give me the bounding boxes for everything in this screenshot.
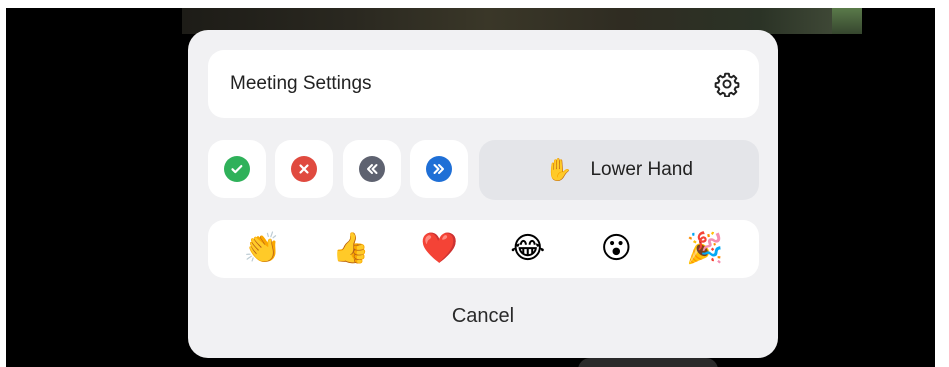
close-icon	[291, 156, 317, 182]
cancel-button[interactable]: Cancel	[188, 305, 778, 328]
reactions-bar: 👏 👍 ❤️ 😂 😮 🎉	[208, 220, 759, 278]
tada-reaction[interactable]: 🎉	[680, 234, 730, 264]
meeting-reactions-sheet: Meeting Settings ✋ Lower Hand 👏 👍 ❤️ 😂 😮…	[188, 30, 778, 358]
meeting-settings-title: Meeting Settings	[230, 73, 372, 94]
gear-icon[interactable]	[709, 66, 745, 102]
no-button[interactable]	[275, 140, 333, 198]
raised-hand-icon: ✋	[545, 157, 573, 182]
meeting-settings-row[interactable]: Meeting Settings	[208, 50, 759, 118]
faster-button[interactable]	[410, 140, 468, 198]
heart-reaction[interactable]: ❤️	[414, 234, 464, 264]
check-icon	[224, 156, 250, 182]
slower-button[interactable]	[343, 140, 401, 198]
thumbs-up-reaction[interactable]: 👍	[326, 234, 376, 264]
rewind-icon	[359, 156, 385, 182]
bottom-control-pill	[578, 358, 718, 367]
fast-forward-icon	[426, 156, 452, 182]
yes-button[interactable]	[208, 140, 266, 198]
open-mouth-reaction[interactable]: 😮	[591, 234, 641, 264]
lower-hand-label: Lower Hand	[590, 159, 693, 180]
joy-reaction[interactable]: 😂	[503, 234, 553, 264]
lower-hand-button[interactable]: ✋ Lower Hand	[479, 140, 759, 200]
clap-reaction[interactable]: 👏	[237, 234, 287, 264]
